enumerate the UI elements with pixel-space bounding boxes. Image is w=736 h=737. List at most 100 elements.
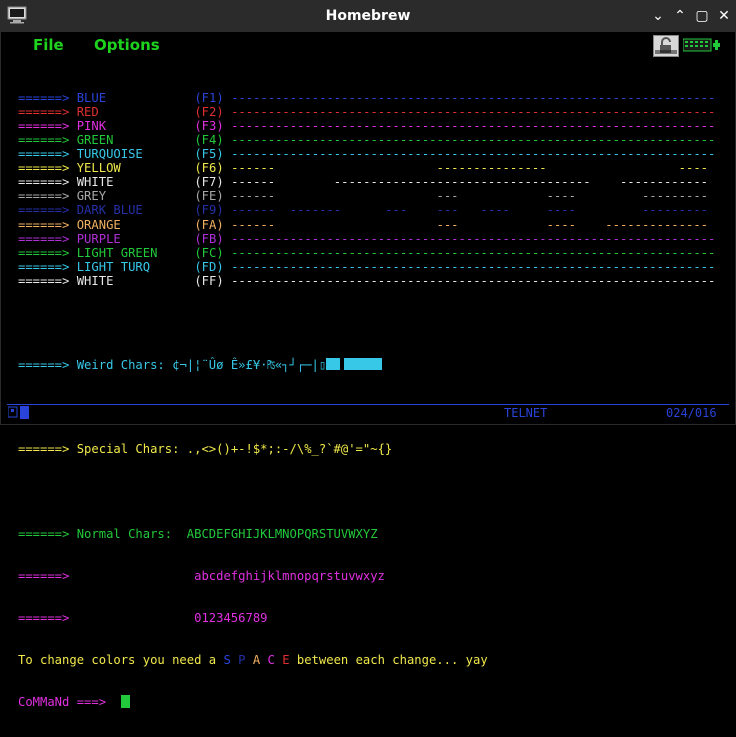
menu-bar: File Options <box>1 32 735 59</box>
row-sample-line: ------ --------------- ---- <box>231 161 708 176</box>
weird-chars: ¢¬|¦¨Ûø Ê»£¥·₧«┐┘┌─|▯ <box>172 357 327 372</box>
color-row: ======> LIGHT GREEN (FC) -----------------… <box>18 246 715 260</box>
row-arrow: ======> <box>18 189 70 204</box>
normal-chars-lower-line: ======> abcdefghijklmnopqrstuvwxyz <box>18 569 715 583</box>
row-key: (F6) <box>194 161 224 176</box>
row-sample-line: ----------------------------------------… <box>231 91 716 106</box>
options-menu[interactable]: Options <box>94 36 160 54</box>
keyboard-status-icon <box>683 38 720 52</box>
row-color-name: BLUE <box>76 91 107 106</box>
row-color-name: PINK <box>76 119 107 134</box>
color-row: ======> WHITE (FF) -----------------------… <box>18 274 715 288</box>
row-sample-line: ----------------------------------------… <box>231 245 716 260</box>
normal-arrow-3: ======> <box>18 610 70 625</box>
row-color-name: RED <box>76 105 99 120</box>
row-arrow: ======> <box>18 203 70 218</box>
row-color-name: PURPLE <box>76 231 121 246</box>
minimize-icon[interactable]: ⌄ <box>647 5 669 27</box>
normal-chars-upper-line: ======> Normal Chars: ABCDEFGHIJKLMNOPQR… <box>18 527 715 541</box>
row-arrow: ======> <box>18 119 70 134</box>
row-color-name: LIGHT GREEN <box>76 245 158 260</box>
cursor-position: 024/016 <box>666 406 717 420</box>
row-color-name: WHITE <box>76 175 114 190</box>
color-row: ======> DARK BLUE (F9) ------ ------- --- … <box>18 203 715 217</box>
normal-upper: ABCDEFGHIJKLMNOPQRSTUVWXYZ <box>186 526 378 541</box>
special-chars-line: ======> Special Chars: .,<>()+-!$*;:-/\%… <box>18 442 715 456</box>
special-chars: .,<>()+-!$*;:-/\%_?`#@'="~{} <box>186 442 393 457</box>
row-color-name: YELLOW <box>76 161 121 176</box>
color-row: ======> RED (F2) -------------------------… <box>18 105 715 119</box>
message-line: To change colors you need a S P A C E be… <box>18 653 715 667</box>
row-key: (F2) <box>194 105 224 120</box>
color-table: ======> BLUE (F1) ------------------------… <box>18 91 715 288</box>
row-color-name: DARK BLUE <box>76 203 143 218</box>
weird-label: Weird Chars: <box>76 357 165 372</box>
message-e: E <box>282 652 290 667</box>
row-arrow: ======> <box>18 259 70 274</box>
row-key: (F7) <box>194 175 224 190</box>
row-sample-line: ----------------------------------------… <box>231 147 716 162</box>
window-title: Homebrew <box>325 8 411 24</box>
row-key: (F3) <box>194 119 224 134</box>
row-color-name: GREEN <box>76 133 114 148</box>
row-color-name: LIGHT TURQ <box>76 259 151 274</box>
connection-mode: TELNET <box>504 406 548 420</box>
text-cursor <box>120 695 130 709</box>
color-row: ======> LIGHT TURQ (FD) ------------------… <box>18 260 715 274</box>
row-arrow: ======> <box>18 231 70 246</box>
color-row: ======> GREY (FE) ------ --- ---- --------… <box>18 189 715 203</box>
block-glyphs <box>326 357 383 370</box>
title-bar: Homebrew ⌄ ⌃ ▢ ✕ <box>1 1 735 32</box>
maximize-icon[interactable]: ⌃ <box>669 5 691 27</box>
row-color-name: TURQUOISE <box>76 147 143 162</box>
color-row: ======> WHITE (F7) ------ ----------------… <box>18 175 715 189</box>
session-icon <box>7 406 29 419</box>
row-color-name: WHITE <box>76 273 114 288</box>
row-color-name: ORANGE <box>76 217 121 232</box>
status-bar: TELNET 024/016 <box>7 404 729 420</box>
row-arrow: ======> <box>18 105 70 120</box>
row-sample-line: ------ ---------------------------------… <box>231 175 708 190</box>
message-p: P <box>238 652 246 667</box>
color-row: ======> YELLOW (F6) ------ ---------------… <box>18 161 715 175</box>
row-key: (FF) <box>194 273 224 288</box>
row-sample-line: ----------------------------------------… <box>231 259 716 274</box>
terminal-screen[interactable]: ======> BLUE (F1) ------------------------… <box>18 63 715 737</box>
color-row: ======> PURPLE (FB) ----------------------… <box>18 232 715 246</box>
file-menu[interactable]: File <box>33 36 64 54</box>
message-c: C <box>267 652 275 667</box>
weird-arrow: ======> <box>18 357 70 372</box>
normal-arrow-2: ======> <box>18 568 70 583</box>
normal-arrow-1: ======> <box>18 526 70 541</box>
message-text: To change colors you need a <box>18 652 224 667</box>
terminal-window: Homebrew ⌄ ⌃ ▢ ✕ File Options ======> BL… <box>0 0 736 709</box>
close-icon[interactable]: ✕ <box>713 5 735 27</box>
row-key: (F1) <box>194 91 224 106</box>
row-key: (FC) <box>194 245 224 260</box>
normal-digits: 0123456789 <box>194 610 268 625</box>
row-arrow: ======> <box>18 91 70 106</box>
normal-chars-digits-line: ======> 0123456789 <box>18 611 715 625</box>
special-label: Special Chars: <box>76 442 180 457</box>
row-arrow: ======> <box>18 273 70 288</box>
color-row: ======> ORANGE (FA) ------ --- ---- ------… <box>18 218 715 232</box>
row-arrow: ======> <box>18 147 70 162</box>
normal-label: Normal Chars: <box>76 526 173 541</box>
row-sample-line: ----------------------------------------… <box>231 119 716 134</box>
special-arrow: ======> <box>18 442 70 457</box>
lock-keyboard-icon[interactable] <box>653 35 679 57</box>
row-arrow: ======> <box>18 245 70 260</box>
row-color-name: GREY <box>76 189 107 204</box>
command-prompt: CoMMaNd ===> <box>18 695 107 710</box>
row-sample-line: ------ ------- --- --- ---- ---- -------… <box>231 203 708 218</box>
row-key: (F5) <box>194 147 224 162</box>
row-arrow: ======> <box>18 217 70 232</box>
normal-lower: abcdefghijklmnopqrstuvwxyz <box>194 568 385 583</box>
row-sample-line: ----------------------------------------… <box>231 105 716 120</box>
color-row: ======> GREEN (F4) -----------------------… <box>18 133 715 147</box>
row-sample-line: ------ --- ---- --------- <box>231 189 708 204</box>
row-key: (FB) <box>194 231 224 246</box>
command-line[interactable]: CoMMaNd ===> <box>18 695 715 709</box>
row-arrow: ======> <box>18 161 70 176</box>
restore-icon[interactable]: ▢ <box>691 5 713 27</box>
